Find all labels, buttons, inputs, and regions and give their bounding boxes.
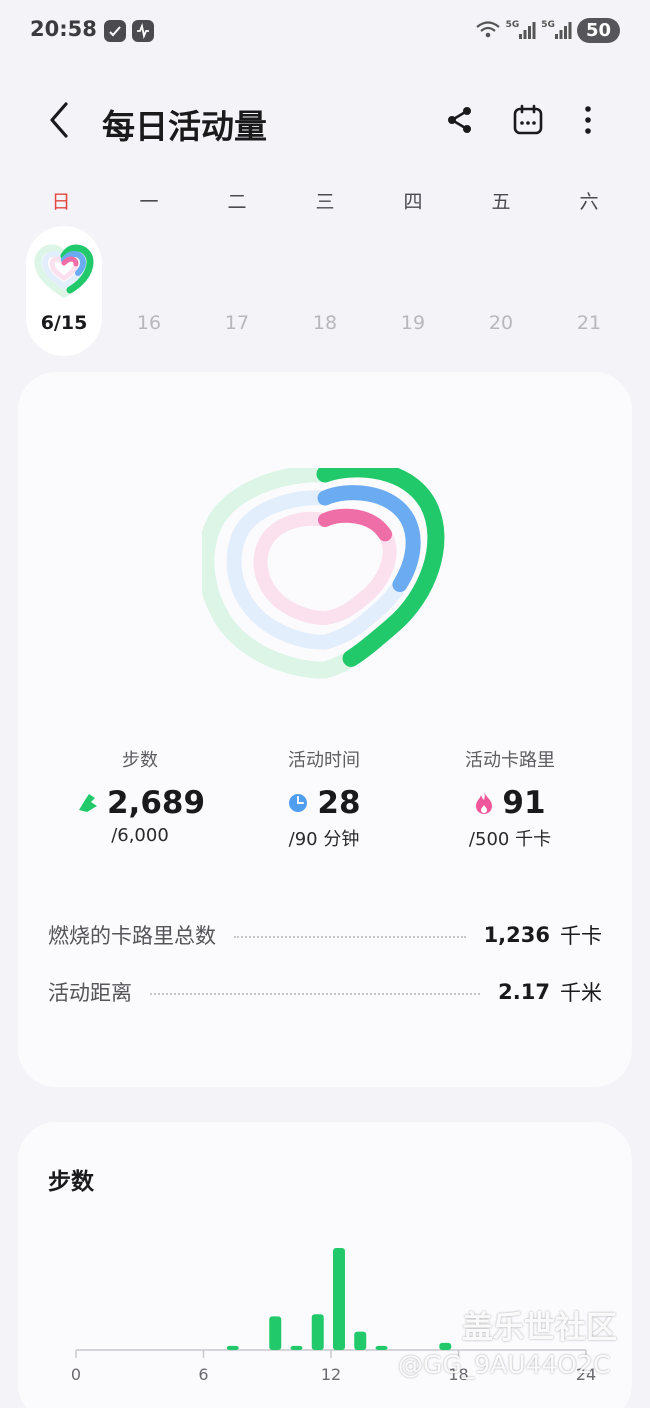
weekday-label: 四: [403, 191, 423, 213]
stat-value: 2,689: [106, 785, 206, 821]
day-column-sun[interactable]: 日 6/15: [21, 184, 102, 356]
app-header: 每日活动量: [0, 84, 650, 156]
chevron-left-icon: [50, 102, 68, 138]
page-title: 每日活动量: [102, 107, 267, 146]
date-number: 21: [576, 312, 602, 334]
weekday-label: 二: [227, 191, 247, 213]
steps-bar: [290, 1345, 303, 1350]
signal-icon: [519, 22, 536, 39]
wifi-icon: [475, 21, 500, 38]
steps-bar: [226, 1345, 239, 1350]
total-calories-row[interactable]: 燃烧的卡路里总数 1,236 千卡: [48, 918, 602, 952]
more-vertical-icon: [585, 106, 591, 134]
more-options-button[interactable]: [566, 98, 610, 142]
day-column-thu[interactable]: 四 19: [373, 184, 453, 334]
activity-heart-mini-icon: [34, 244, 94, 299]
stat-goal: /90 分钟: [288, 829, 360, 850]
weekday-label: 日: [51, 191, 71, 213]
stat-active-calories[interactable]: 活动卡路里 91 /500 千卡: [410, 747, 610, 851]
stat-goal: /500 千卡: [468, 829, 552, 850]
date-number: 20: [488, 312, 514, 334]
watermark-handle: @GG_9AU44O2C: [398, 1350, 611, 1379]
weekday-label: 五: [491, 191, 511, 213]
detail-label: 燃烧的卡路里总数: [48, 924, 216, 948]
weekday-label: 一: [139, 191, 159, 213]
active-distance-row[interactable]: 活动距离 2.17 千米: [48, 975, 602, 1009]
detail-unit: 千米: [560, 981, 602, 1005]
steps-bar: [333, 1248, 345, 1350]
battery-level: 50: [576, 17, 620, 43]
status-bar: 20:58 5G 5G 50: [0, 0, 650, 62]
stat-label: 步数: [122, 750, 158, 771]
notification-app-icon: [132, 20, 154, 42]
signal-5g-label: 5G: [541, 20, 555, 30]
signal-5g-label: 5G: [505, 20, 520, 30]
detail-label: 活动距离: [48, 981, 132, 1005]
stat-active-time[interactable]: 活动时间 28 /90 分钟: [224, 747, 424, 851]
calendar-icon: [513, 104, 543, 135]
steps-bar: [269, 1316, 282, 1350]
selected-day[interactable]: 6/15: [26, 226, 102, 356]
date-number: 17: [224, 312, 250, 334]
daily-summary-card[interactable]: 步数 2,689 /6,000 活动时间 28 /90 分钟 活动卡路里 91 …: [18, 372, 632, 1087]
back-button[interactable]: [40, 98, 80, 142]
steps-bar: [354, 1331, 367, 1350]
day-column-mon[interactable]: 一 16: [109, 184, 189, 334]
dotted-leader: [150, 993, 481, 995]
stat-value: 91: [502, 785, 546, 821]
flame-icon: [476, 792, 493, 814]
detail-value: 2.17: [498, 980, 550, 1004]
detail-unit: 千卡: [560, 924, 602, 948]
steps-bar: [375, 1345, 388, 1350]
stat-label: 活动时间: [288, 750, 360, 771]
date-number: 6/15: [40, 312, 88, 334]
date-number: 16: [136, 312, 162, 334]
steps-bar: [439, 1342, 452, 1350]
status-indicators: 5G 5G 50: [475, 16, 620, 44]
stat-value: 28: [317, 785, 361, 821]
activity-rings-heart: [202, 468, 445, 679]
day-column-tue[interactable]: 二 17: [197, 184, 277, 334]
x-tick-label: 0: [71, 1365, 81, 1384]
stat-label: 活动卡路里: [465, 750, 555, 771]
stat-goal: /6,000: [111, 825, 169, 846]
x-tick-label: 6: [198, 1365, 208, 1384]
weekday-label: 六: [579, 191, 599, 213]
day-column-fri[interactable]: 五 20: [461, 184, 541, 334]
signal-icon: [554, 22, 572, 39]
x-tick-label: 12: [321, 1365, 341, 1384]
date-number: 18: [312, 312, 338, 334]
clock-icon: [289, 794, 308, 812]
shoe-icon: [78, 794, 97, 812]
date-number: 19: [400, 312, 426, 334]
notification-app-icon: [104, 20, 126, 42]
day-column-wed[interactable]: 三 18: [285, 184, 365, 334]
share-button[interactable]: [438, 98, 482, 142]
watermark-brand: 盖乐世社区: [462, 1310, 617, 1346]
stat-steps[interactable]: 步数 2,689 /6,000: [40, 747, 240, 846]
status-time: 20:58: [30, 17, 97, 41]
share-icon: [448, 107, 471, 133]
weekday-label: 三: [315, 191, 335, 213]
detail-value: 1,236: [483, 923, 550, 947]
calendar-button[interactable]: [506, 98, 550, 142]
dotted-leader: [234, 936, 466, 938]
activity-stats: 步数 2,689 /6,000 活动时间 28 /90 分钟 活动卡路里 91 …: [18, 747, 632, 867]
day-column-sat[interactable]: 六 21: [549, 184, 629, 334]
steps-bar: [311, 1314, 324, 1350]
